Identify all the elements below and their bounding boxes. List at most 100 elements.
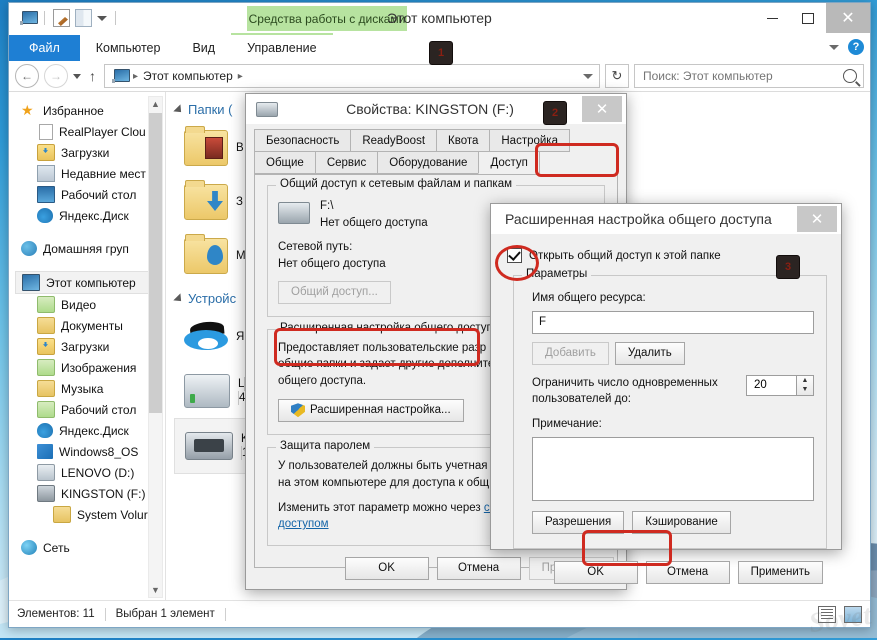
remove-share-button[interactable]: Удалить [614,341,685,365]
sidebar-item-pictures[interactable]: Изображения [15,357,165,378]
advanced-ok-button[interactable]: OK [553,560,638,584]
tab-tools[interactable]: Сервис [314,151,379,174]
network-icon [21,540,37,555]
sidebar-item-video[interactable]: Видео [15,294,165,315]
sidebar-item-label: LENOVO (D:) [61,465,135,480]
address-bar: ← → ↑ ▸ Этот компьютер ▸ ↻ [9,61,870,92]
user-limit-value[interactable]: 20 [746,374,796,396]
permissions-button[interactable]: Разрешения [532,510,625,534]
forward-button[interactable]: → [44,64,68,88]
properties-dialog-title: Свойства: KINGSTON (F:) [346,101,514,117]
share-name-input[interactable]: F [532,310,814,334]
sidebar-item-label: Рабочий стол [61,402,137,417]
this-pc-icon [22,274,40,291]
share-button[interactable]: Общий доступ... [278,280,391,304]
sidebar-item-kingston-f[interactable]: KINGSTON (F:) [15,483,165,504]
window-titlebar: Средства работы с дисками Этот компьютер… [9,3,870,35]
search-icon [843,69,857,83]
sidebar-item-label: Домашняя груп [43,241,129,256]
up-button[interactable]: ↑ [86,68,99,84]
advanced-sharing-button[interactable]: Расширенная настройка... [278,398,464,422]
annotation-badge-3: 3 [776,255,800,279]
breadcrumb[interactable]: ▸ Этот компьютер ▸ [104,64,600,88]
sidebar-item-windows8-os[interactable]: Windows8_OS [15,441,165,462]
tab-manage[interactable]: Управление [231,35,333,61]
refresh-button[interactable]: ↻ [605,64,629,88]
sidebar-item-label: Музыка [61,381,104,396]
chevron-down-icon[interactable] [829,44,839,50]
downloads-folder-icon [37,144,55,161]
chevron-down-icon[interactable] [583,73,593,79]
sidebar-item-label: Избранное [43,103,104,118]
sidebar-item-realplayer-cloud[interactable]: RealPlayer Clou [15,121,165,142]
recent-locations-icon[interactable] [73,73,81,79]
sidebar-item-documents[interactable]: Документы [15,315,165,336]
close-button[interactable]: ✕ [826,3,870,33]
caching-button[interactable]: Кэширование [632,510,731,534]
sidebar-item-network[interactable]: Сеть [15,537,165,558]
collapse-triangle-icon[interactable] [173,103,185,116]
search-box[interactable] [634,64,864,88]
collapse-triangle-icon[interactable] [173,292,185,305]
tab-view[interactable]: Вид [176,35,231,61]
tab-sharing[interactable]: Доступ [478,151,540,174]
item-count: Элементов: 11 [17,608,95,620]
tab-computer[interactable]: Компьютер [80,35,177,61]
sidebar-item-label: Документы [61,318,123,333]
sidebar-item-desktop[interactable]: Рабочий стол [15,184,165,205]
sidebar-item-downloads-2[interactable]: Загрузки [15,336,165,357]
tab-general[interactable]: Общие [254,151,316,174]
stepper-arrows[interactable]: ▲ ▼ [796,374,814,396]
tab-hardware[interactable]: Оборудование [377,151,480,174]
tab-security[interactable]: Безопасность [254,129,352,152]
advanced-sharing-button-label: Расширенная настройка... [310,404,451,417]
advanced-apply-button[interactable]: Применить [737,560,823,584]
back-button[interactable]: ← [15,64,39,88]
sidebar-item-downloads[interactable]: Загрузки [15,142,165,163]
sidebar-item-homegroup[interactable]: Домашняя груп [15,238,165,259]
tab-customize[interactable]: Настройка [489,129,570,152]
maximize-button[interactable] [790,3,826,33]
breadcrumb-item-this-pc[interactable]: Этот компьютер [143,69,233,83]
scroll-down-icon[interactable]: ▼ [149,583,162,597]
search-input[interactable] [641,68,843,84]
add-share-button[interactable]: Добавить [532,341,609,365]
sidebar-item-desktop-2[interactable]: Рабочий стол [15,399,165,420]
close-icon[interactable]: ✕ [582,96,622,122]
annotation-badge-2: 2 [543,101,567,125]
user-limit-stepper[interactable]: 20 ▲ ▼ [746,374,814,396]
share-name-label: Имя общего ресурса: [532,292,646,304]
sidebar-item-this-pc[interactable]: Этот компьютер [15,271,161,294]
yandex-disk-icon [37,423,53,438]
advanced-cancel-button[interactable]: Отмена [645,560,730,584]
sidebar-item-recent-places[interactable]: Недавние мест [15,163,165,184]
yandex-disk-icon [37,208,53,223]
tab-readyboost[interactable]: ReadyBoost [350,129,438,152]
group-legend: Расширенная настройка общего доступа [276,321,504,334]
sidebar-item-label: Этот компьютер [46,275,136,290]
tab-file[interactable]: Файл [9,35,80,61]
minimize-button[interactable] [754,3,790,33]
scroll-up-icon[interactable]: ▲ [149,97,162,111]
close-icon[interactable]: ✕ [797,206,837,232]
sidebar-item-favorites[interactable]: ★ Избранное [15,100,165,121]
stepper-down-icon: ▼ [801,386,809,394]
usb-drive-icon [256,101,278,117]
scrollbar-thumb[interactable] [149,113,162,413]
file-icon [39,123,53,140]
note-textarea[interactable] [532,436,814,501]
sidebar-item-lenovo-d[interactable]: LENOVO (D:) [15,462,165,483]
group-header-label: Папки ( [188,102,233,117]
help-icon[interactable]: ? [848,39,864,55]
sidebar-item-yandex-disk[interactable]: Яндекс.Диск [15,205,165,226]
sidebar-item-music[interactable]: Музыка [15,378,165,399]
sidebar-item-system-volume[interactable]: System Volur [15,504,165,525]
properties-ok-button[interactable]: OK [344,556,429,580]
sidebar-scrollbar[interactable]: ▲ ▼ [148,96,163,598]
sidebar-item-label: Сеть [43,540,70,555]
share-this-folder-checkbox[interactable] [507,248,522,263]
video-folder-icon [37,296,55,313]
tab-quota[interactable]: Квота [436,129,491,152]
sidebar-item-yandex-disk-2[interactable]: Яндекс.Диск [15,420,165,441]
desktop-folder-icon [37,401,55,418]
